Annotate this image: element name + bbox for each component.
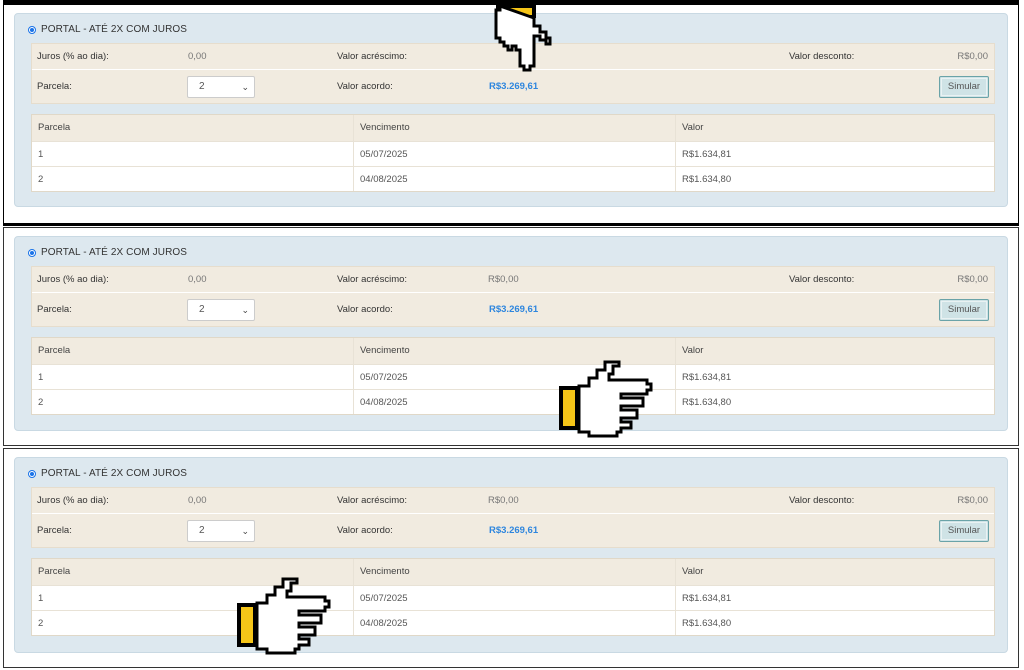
table-header-row: Parcela Vencimento Valor	[32, 338, 994, 364]
juros-value: 0,00	[188, 495, 207, 506]
column-header: Parcela	[38, 345, 71, 356]
table-header-row: Parcela Vencimento Valor	[32, 115, 994, 141]
installments-table: Parcela Vencimento Valor 1 05/07/2025 R$…	[31, 558, 995, 636]
table-row: 2 04/08/2025 R$1.634,80	[32, 166, 994, 191]
table-row: 2 04/08/2025 R$1.634,80	[32, 610, 994, 635]
column-header: Vencimento	[353, 115, 675, 141]
column-header: Valor	[675, 559, 994, 585]
juros-label: Juros (% ao dia):	[37, 51, 109, 62]
table-row: 2 04/08/2025 R$1.634,80	[32, 389, 994, 414]
table-header-row: Parcela Vencimento Valor	[32, 559, 994, 585]
simular-button[interactable]: Simular	[939, 299, 989, 321]
juros-value: 0,00	[188, 274, 207, 285]
table-cell: 05/07/2025	[353, 586, 675, 610]
payment-option-radio-row[interactable]: PORTAL - ATÉ 2X COM JUROS	[28, 468, 187, 479]
parcela-label: Parcela:	[37, 525, 72, 536]
simular-button[interactable]: Simular	[939, 520, 989, 542]
table-cell: R$1.634,81	[675, 142, 994, 166]
parcela-label: Parcela:	[37, 304, 72, 315]
table-cell: 2	[38, 174, 44, 185]
chevron-down-icon: ⌄	[241, 82, 249, 92]
desconto-value: R$0,00	[957, 495, 988, 506]
table-cell: 2	[38, 397, 44, 408]
payment-option-label: PORTAL - ATÉ 2X COM JUROS	[41, 468, 188, 479]
table-cell: 1	[38, 149, 44, 160]
radio-selected-icon[interactable]	[28, 25, 36, 34]
desconto-label: Valor desconto:	[789, 495, 855, 506]
simulation-form: Juros (% ao dia): 0,00 Valor acréscimo: …	[31, 487, 995, 548]
column-header: Valor	[675, 338, 994, 364]
desconto-label: Valor desconto:	[789, 274, 855, 285]
desconto-value: R$0,00	[957, 51, 988, 62]
parcela-select[interactable]: 2 ⌄	[187, 299, 255, 321]
simular-button[interactable]: Simular	[939, 76, 989, 98]
parcela-selected-value: 2	[199, 304, 205, 315]
screenshot-frame-2: PORTAL - ATÉ 2X COM JUROS Juros (% ao di…	[3, 227, 1019, 446]
table-cell: 05/07/2025	[353, 142, 675, 166]
parcela-label: Parcela:	[37, 81, 72, 92]
radio-selected-icon[interactable]	[28, 469, 36, 478]
parcela-select[interactable]: 2 ⌄	[187, 520, 255, 542]
acordo-value: R$3.269,61	[489, 525, 539, 536]
installments-table: Parcela Vencimento Valor 1 05/07/2025 R$…	[31, 337, 995, 415]
acrescimo-label: Valor acréscimo:	[337, 274, 408, 285]
column-header: Parcela	[38, 122, 71, 133]
screenshot-frame-3: PORTAL - ATÉ 2X COM JUROS Juros (% ao di…	[3, 448, 1019, 668]
payment-option-panel: PORTAL - ATÉ 2X COM JUROS Juros (% ao di…	[14, 457, 1008, 653]
acrescimo-value: R$0,00	[488, 274, 519, 285]
desconto-label: Valor desconto:	[789, 51, 855, 62]
acordo-label: Valor acordo:	[337, 81, 393, 92]
column-header: Valor	[675, 115, 994, 141]
table-cell: 04/08/2025	[353, 167, 675, 191]
payment-option-radio-row[interactable]: PORTAL - ATÉ 2X COM JUROS	[28, 24, 187, 35]
table-row: 1 05/07/2025 R$1.634,81	[32, 364, 994, 389]
parcela-select[interactable]: 2 ⌄	[187, 76, 255, 98]
table-row: 1 05/07/2025 R$1.634,81	[32, 585, 994, 610]
table-row: 1 05/07/2025 R$1.634,81	[32, 141, 994, 166]
table-cell: R$1.634,80	[675, 167, 994, 191]
payment-option-label: PORTAL - ATÉ 2X COM JUROS	[41, 247, 188, 258]
juros-label: Juros (% ao dia):	[37, 495, 109, 506]
column-header: Vencimento	[353, 559, 675, 585]
acrescimo-value: R$0,00	[488, 495, 519, 506]
payment-option-radio-row[interactable]: PORTAL - ATÉ 2X COM JUROS	[28, 247, 187, 258]
acordo-value: R$3.269,61	[489, 304, 539, 315]
table-cell: 1	[38, 372, 44, 383]
simulation-form: Juros (% ao dia): 0,00 Valor acréscimo: …	[31, 266, 995, 327]
acrescimo-label: Valor acréscimo:	[337, 51, 408, 62]
table-cell: R$1.634,81	[675, 586, 994, 610]
juros-value: 0,00	[188, 51, 207, 62]
radio-selected-icon[interactable]	[28, 248, 36, 257]
acordo-label: Valor acordo:	[337, 304, 393, 315]
parcela-selected-value: 2	[199, 81, 205, 92]
acordo-label: Valor acordo:	[337, 525, 393, 536]
chevron-down-icon: ⌄	[241, 305, 249, 315]
payment-option-label: PORTAL - ATÉ 2X COM JUROS	[41, 24, 188, 35]
pointing-hand-cursor-icon	[237, 577, 331, 655]
table-cell: 04/08/2025	[353, 611, 675, 635]
pointing-hand-cursor-icon	[559, 360, 653, 438]
table-cell: R$1.634,80	[675, 390, 994, 414]
payment-option-panel: PORTAL - ATÉ 2X COM JUROS Juros (% ao di…	[14, 236, 1008, 431]
juros-label: Juros (% ao dia):	[37, 274, 109, 285]
table-cell: R$1.634,80	[675, 611, 994, 635]
acrescimo-label: Valor acréscimo:	[337, 495, 408, 506]
pointing-hand-cursor-icon	[494, 3, 552, 72]
desconto-value: R$0,00	[957, 274, 988, 285]
chevron-down-icon: ⌄	[241, 526, 249, 536]
table-cell: R$1.634,81	[675, 365, 994, 389]
parcela-selected-value: 2	[199, 525, 205, 536]
installments-table: Parcela Vencimento Valor 1 05/07/2025 R$…	[31, 114, 995, 192]
